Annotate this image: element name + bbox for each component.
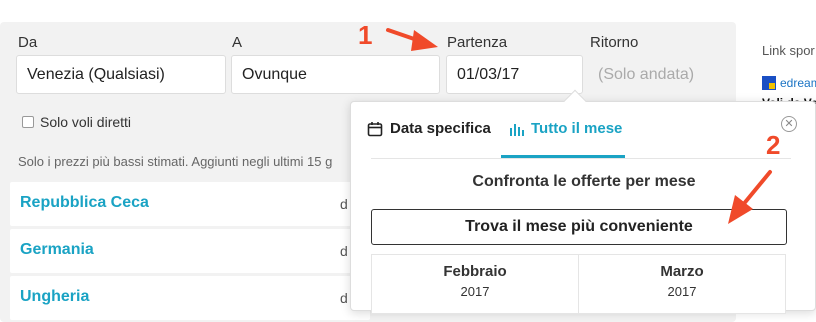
- annotation-step-2: 2: [766, 130, 781, 160]
- annotation-arrow-2: [728, 170, 772, 224]
- annotation-arrows: [386, 28, 772, 224]
- annotation-arrow-1: [386, 28, 438, 51]
- annotation-step-1: 1: [358, 20, 373, 50]
